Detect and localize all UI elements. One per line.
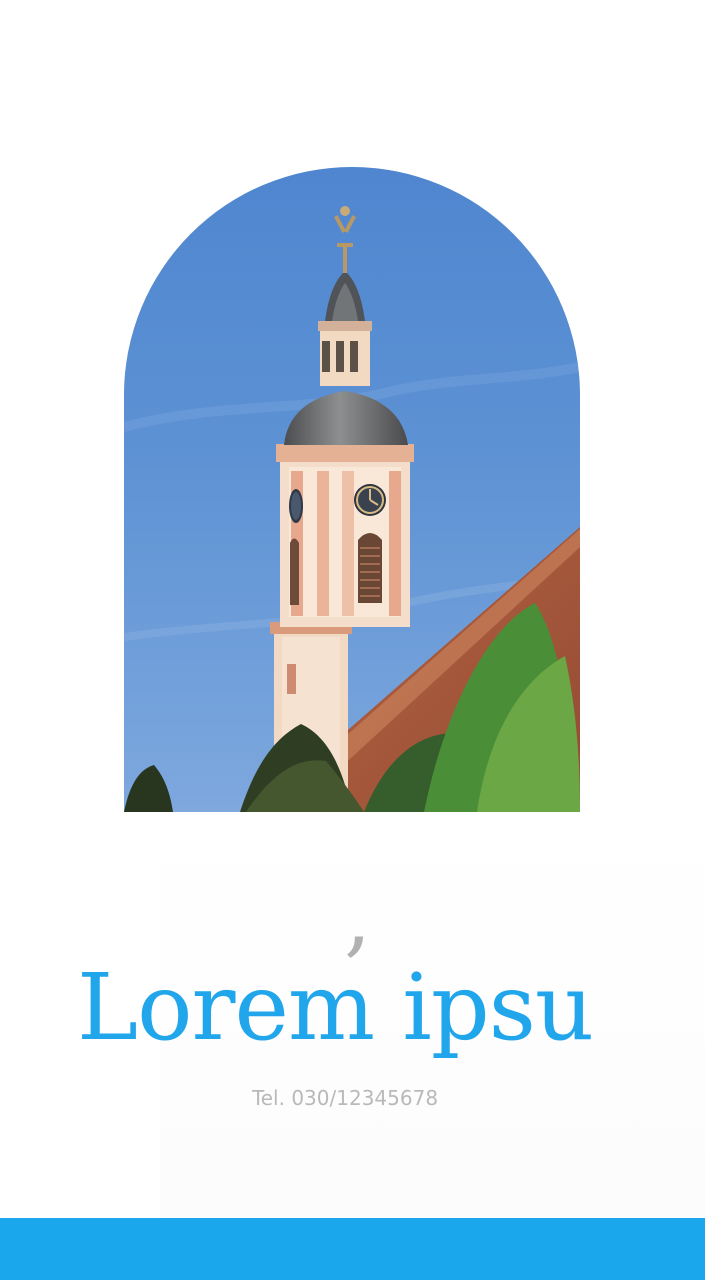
phone-number: Tel. 030/12345678 bbox=[251, 1086, 439, 1110]
quote-mark: ‚ bbox=[343, 867, 371, 967]
headline: Lorem ipsu bbox=[77, 954, 594, 1061]
church-tower-image bbox=[124, 167, 580, 812]
bottom-accent-bar bbox=[0, 1218, 705, 1280]
flyer-page: ‚ Lorem ipsu Tel. 030/12345678 bbox=[0, 0, 705, 1280]
